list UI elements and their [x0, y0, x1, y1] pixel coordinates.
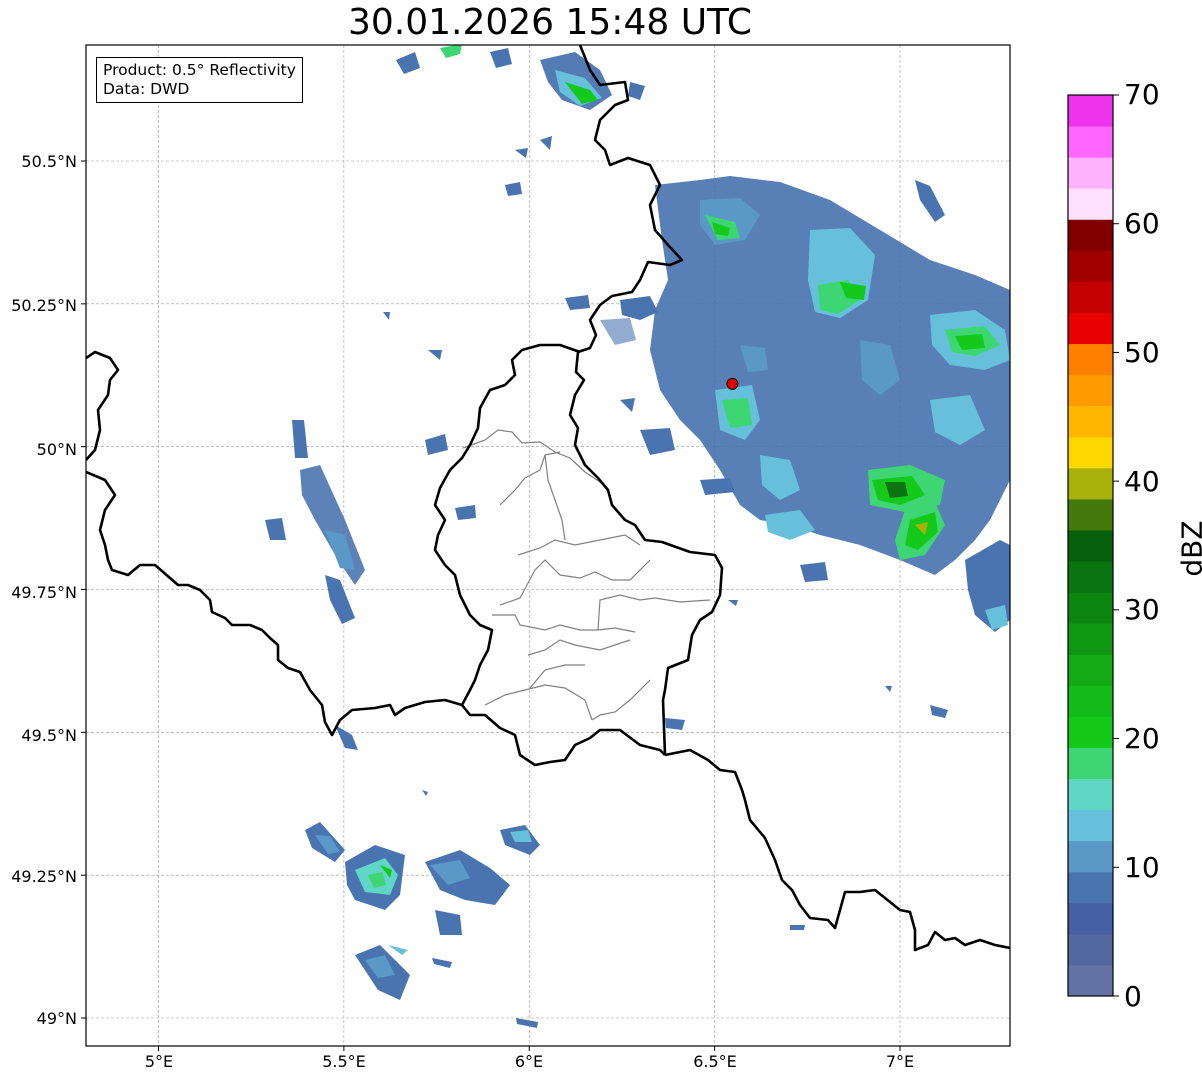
colorbar-segment [1068, 312, 1113, 345]
colorbar-segment [1068, 778, 1113, 811]
colorbar-tick-label: 70 [1124, 78, 1160, 111]
precip-echo [396, 52, 420, 74]
precip-echo [620, 296, 658, 320]
precip-echo [292, 420, 308, 458]
y-tick-label: 50.5°N [21, 152, 77, 171]
colorbar-segment [1068, 933, 1113, 966]
precip-echo [790, 925, 805, 930]
precip-echo [265, 518, 286, 540]
colorbar-tick-label: 60 [1124, 207, 1160, 240]
colorbar-segment [1068, 592, 1113, 624]
colorbar-segment [1068, 281, 1113, 313]
y-tick-label: 50°N [36, 440, 77, 459]
precip-echo [300, 465, 365, 585]
y-tick-label: 49.75°N [11, 583, 77, 602]
y-tick-label: 50.25°N [11, 296, 77, 315]
colorbar-segment [1068, 498, 1113, 531]
colorbar-segment [1068, 157, 1113, 189]
canton-borders [462, 429, 711, 721]
colorbar-segment [1068, 219, 1113, 251]
colorbar-segment [1068, 840, 1113, 873]
colorbar-segment [1068, 529, 1113, 562]
precip-echo [915, 180, 945, 222]
data-source-label: Data: DWD [103, 80, 190, 98]
colorbar-segment [1068, 561, 1113, 593]
precip-echo [422, 790, 428, 796]
precip-echo [628, 82, 645, 100]
colorbar [1068, 94, 1119, 997]
x-tick-label: 5°E [144, 1052, 174, 1071]
product-info-box: Product: 0.5° Reflectivity Data: DWD [96, 57, 303, 103]
precip-echo [700, 478, 735, 495]
colorbar-tick-label: 20 [1124, 722, 1160, 755]
y-tick-label: 49.5°N [21, 726, 77, 745]
precip-echo [388, 945, 408, 955]
precip-echo [425, 434, 448, 455]
precip-echo [728, 600, 738, 606]
precip-echo [540, 136, 552, 150]
x-tick-label: 6°E [514, 1052, 544, 1071]
radar-map [81, 44, 1119, 1051]
colorbar-segment [1068, 436, 1113, 469]
colorbar-segment [1068, 374, 1113, 407]
precip-echo [640, 428, 675, 455]
colorbar-segment [1068, 467, 1113, 500]
precip-echo [620, 398, 635, 412]
colorbar-segment [1068, 250, 1113, 282]
precip-echo [490, 48, 512, 68]
colorbar-tick-label: 30 [1124, 593, 1160, 626]
x-tick-label: 5.5°E [322, 1052, 366, 1071]
precip-echo [325, 575, 355, 624]
colorbar-segment [1068, 716, 1113, 748]
colorbar-segment [1068, 871, 1113, 904]
radar-site-dot [726, 377, 739, 390]
colorbar-segment [1068, 902, 1113, 935]
colorbar-segment [1068, 654, 1113, 686]
precip-echo [800, 562, 828, 582]
precip-echo [428, 350, 442, 360]
colorbar-segment [1068, 809, 1113, 842]
precip-echo [440, 45, 462, 58]
precip-echo [565, 295, 590, 310]
precip-echo [383, 312, 390, 320]
colorbar-tick-label: 10 [1124, 851, 1160, 884]
precip-echo [665, 718, 685, 730]
x-tick-label: 6.5°E [693, 1052, 737, 1071]
colorbar-segment [1068, 95, 1113, 127]
reflectivity-layer [265, 45, 1010, 1028]
x-tick-label: 7°E [885, 1052, 915, 1071]
precip-echo [432, 958, 452, 968]
y-tick-label: 49.25°N [11, 867, 77, 886]
product-label: Product: 0.5° Reflectivity [103, 61, 296, 79]
colorbar-segment [1068, 747, 1113, 780]
colorbar-segment [1068, 964, 1113, 997]
precip-echo [505, 182, 522, 196]
colorbar-segment [1068, 623, 1113, 655]
precip-echo [600, 318, 636, 345]
precip-echo [930, 705, 948, 718]
colorbar-tick-label: 0 [1124, 980, 1142, 1013]
colorbar-tick-label: 50 [1124, 336, 1160, 369]
precip-echo [455, 505, 476, 520]
colorbar-segment [1068, 126, 1113, 158]
colorbar-unit-label: dBZ [1175, 520, 1202, 577]
colorbar-segment [1068, 343, 1113, 376]
precip-echo [885, 686, 892, 692]
radar-site-marker [726, 377, 739, 390]
colorbar-tick-label: 40 [1124, 465, 1160, 498]
colorbar-segment [1068, 188, 1113, 220]
colorbar-segment [1068, 405, 1113, 438]
colorbar-segment [1068, 685, 1113, 717]
precip-echo [435, 910, 462, 935]
precip-echo [516, 1018, 538, 1028]
y-tick-label: 49°N [36, 1009, 77, 1028]
precip-echo [515, 148, 528, 158]
precip-echo [335, 725, 358, 750]
